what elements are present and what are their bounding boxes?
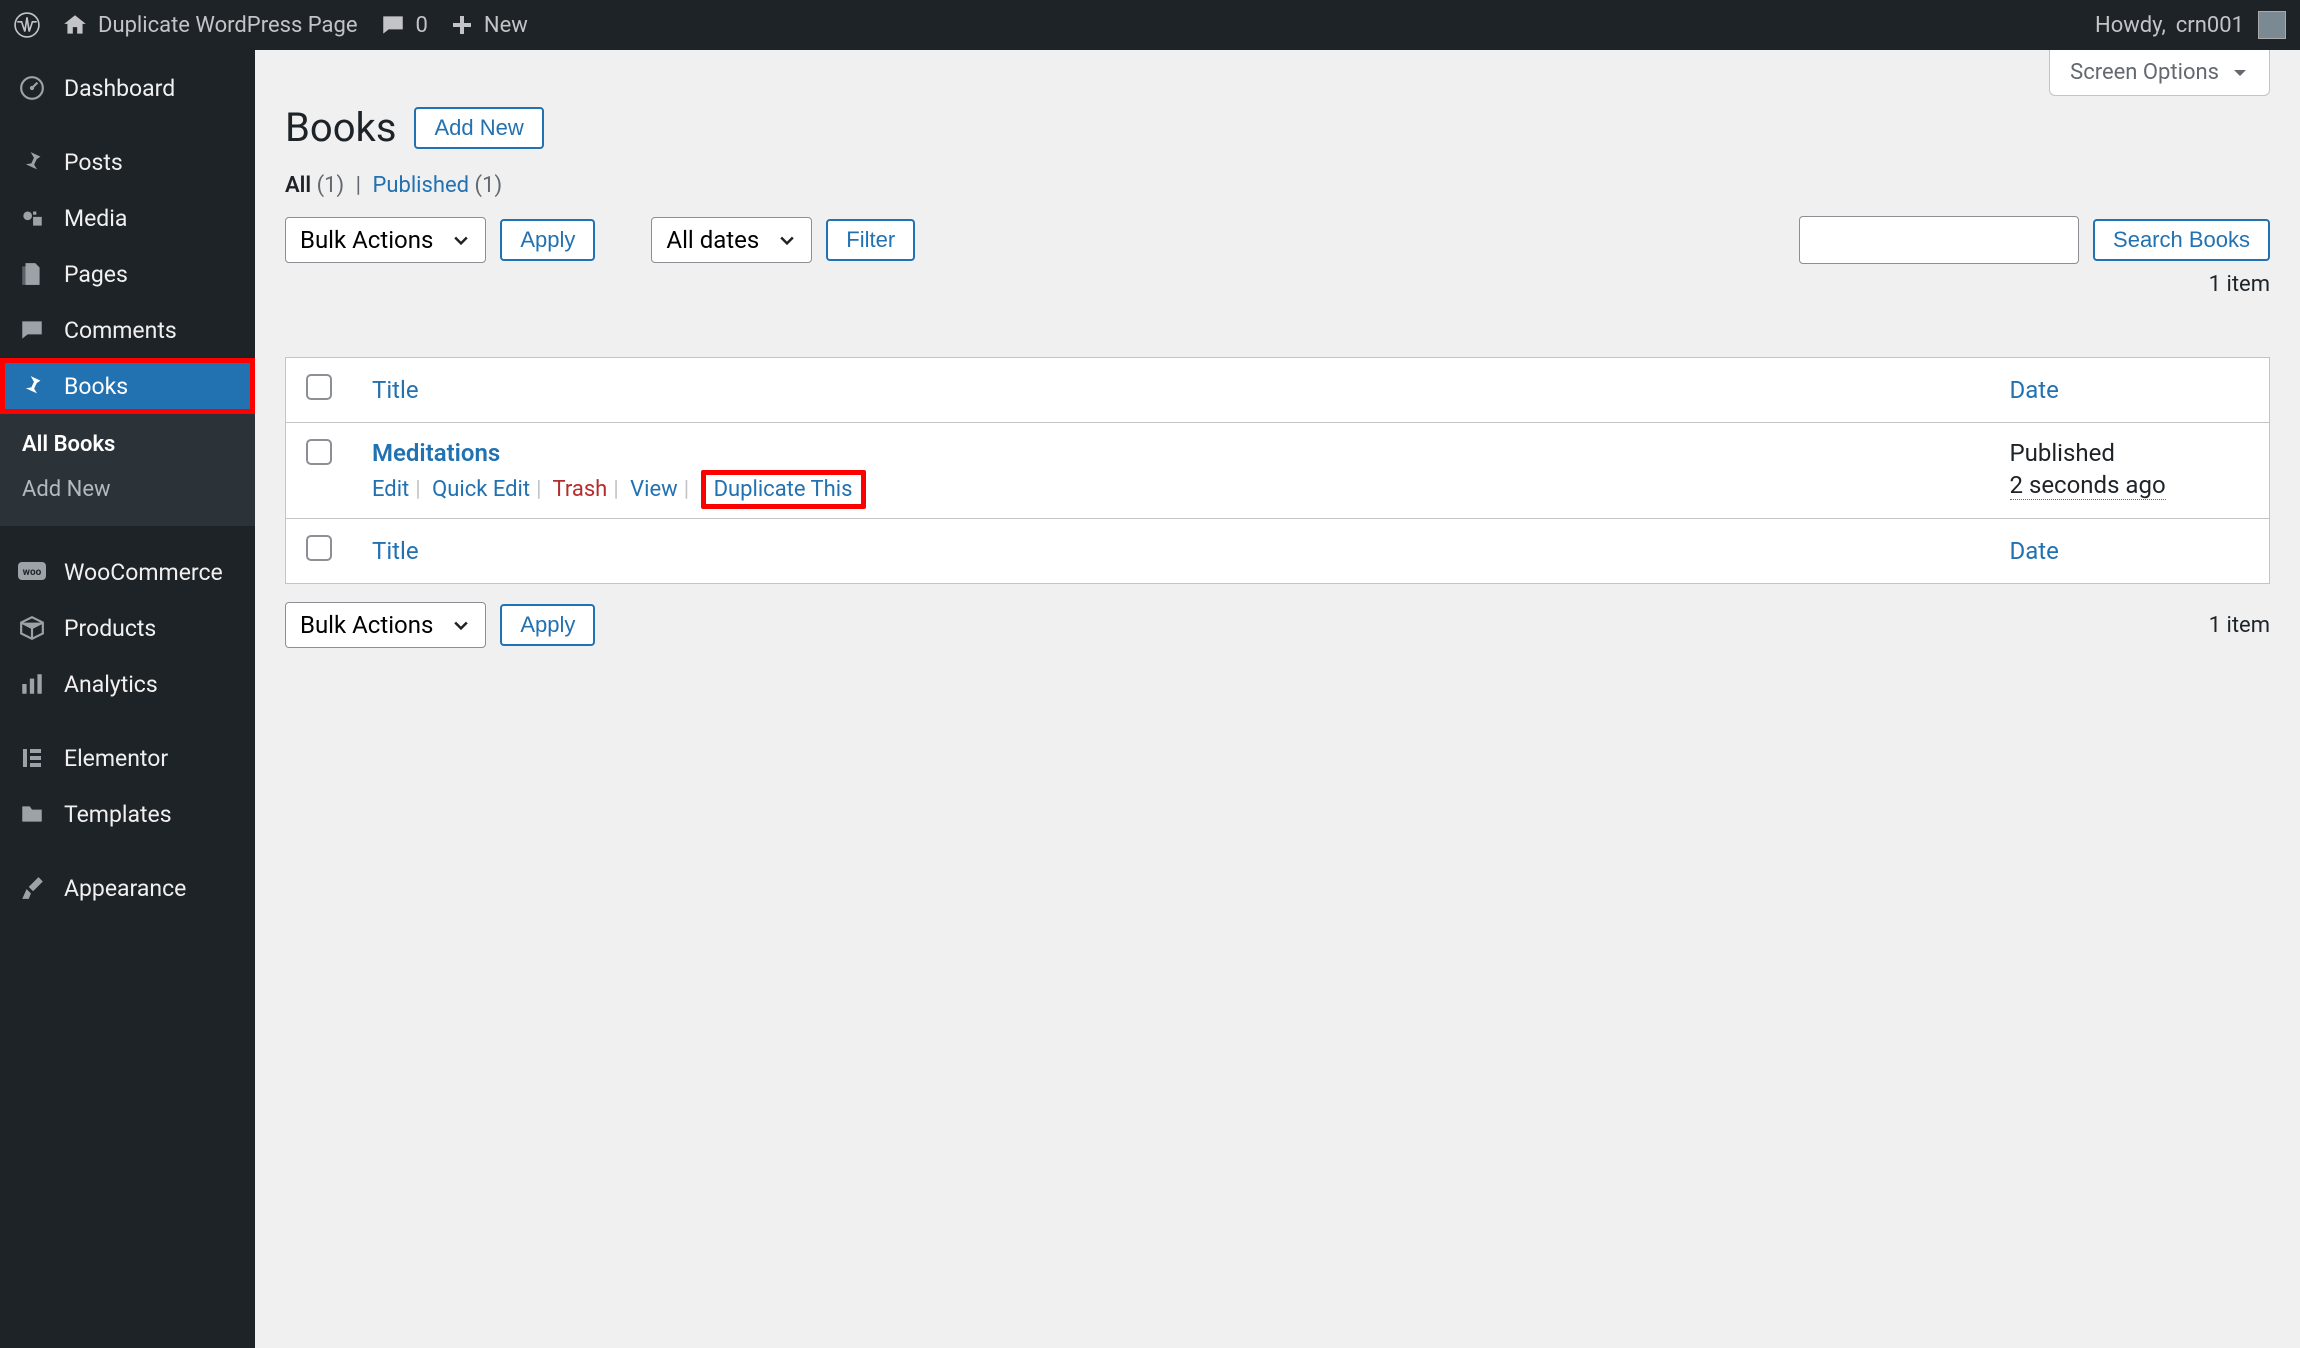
row-checkbox[interactable] <box>306 439 332 465</box>
row-action-quick-edit[interactable]: Quick Edit <box>432 477 530 502</box>
plus-icon <box>450 13 474 37</box>
row-action-trash[interactable]: Trash <box>553 477 608 502</box>
pages-icon <box>18 260 46 288</box>
media-icon <box>18 204 46 232</box>
table-row: Meditations Edit| Quick Edit| Trash| Vie… <box>286 423 2270 519</box>
sidebar-item-templates[interactable]: Templates <box>0 786 255 842</box>
dashboard-icon <box>18 74 46 102</box>
new-link[interactable]: New <box>450 13 528 38</box>
woo-icon: woo <box>18 558 46 586</box>
select-all-bottom[interactable] <box>306 535 332 561</box>
wp-logo[interactable] <box>14 12 40 38</box>
sidebar-item-pages[interactable]: Pages <box>0 246 255 302</box>
comment-icon <box>380 12 406 38</box>
sidebar-subitem-all-books[interactable]: All Books <box>0 422 255 467</box>
screen-options-label: Screen Options <box>2070 60 2219 85</box>
sidebar-item-posts[interactable]: Posts <box>0 134 255 190</box>
main-content: Screen Options Books Add New All (1) | P… <box>255 50 2300 1348</box>
sidebar-item-elementor[interactable]: Elementor <box>0 730 255 786</box>
sidebar-item-label: Pages <box>64 261 128 288</box>
howdy-prefix: Howdy, <box>2095 13 2166 38</box>
sidebar-item-label: Analytics <box>64 671 158 698</box>
sidebar-item-label: Products <box>64 615 156 642</box>
brush-icon <box>18 874 46 902</box>
filter-published[interactable]: Published (1) <box>372 173 502 198</box>
site-link[interactable]: Duplicate WordPress Page <box>62 12 358 38</box>
row-action-view[interactable]: View <box>630 477 678 502</box>
comments-link[interactable]: 0 <box>380 12 428 38</box>
screen-options-toggle[interactable]: Screen Options <box>2049 50 2270 96</box>
bulk-actions-select-bottom[interactable]: Bulk Actions <box>285 602 486 648</box>
sidebar-item-analytics[interactable]: Analytics <box>0 656 255 712</box>
sidebar-item-label: Appearance <box>64 875 186 902</box>
apply-button-bottom[interactable]: Apply <box>500 604 595 646</box>
column-title[interactable]: Title <box>352 358 1990 423</box>
box-icon <box>18 614 46 642</box>
sidebar-item-appearance[interactable]: Appearance <box>0 860 255 916</box>
item-count-bottom: 1 item <box>2209 613 2270 638</box>
sidebar-item-label: Comments <box>64 317 177 344</box>
sidebar-item-label: Posts <box>64 149 123 176</box>
chevron-down-icon <box>451 230 471 250</box>
column-title-foot[interactable]: Title <box>352 519 1990 584</box>
row-action-duplicate[interactable]: Duplicate This <box>714 477 853 502</box>
sidebar-item-products[interactable]: Products <box>0 600 255 656</box>
status-filters: All (1) | Published (1) <box>285 173 2270 198</box>
new-label: New <box>484 13 528 38</box>
avatar[interactable] <box>2258 11 2286 39</box>
site-title: Duplicate WordPress Page <box>98 13 358 38</box>
pin-icon <box>18 372 46 400</box>
admin-sidebar: Dashboard Posts Media Pages Comments Books All… <box>0 50 255 1348</box>
row-date: 2 seconds ago <box>2010 471 2166 500</box>
home-icon <box>62 12 88 38</box>
comment-icon <box>18 316 46 344</box>
row-actions: Edit| Quick Edit| Trash| View| Duplicate… <box>372 477 1970 502</box>
svg-text:woo: woo <box>23 567 42 578</box>
admin-bar: Duplicate WordPress Page 0 New Howdy, cr… <box>0 0 2300 50</box>
search-input[interactable] <box>1799 216 2079 264</box>
select-all-top[interactable] <box>306 374 332 400</box>
sidebar-item-label: Templates <box>64 801 172 828</box>
sidebar-item-label: Elementor <box>64 745 168 772</box>
chevron-down-icon <box>451 615 471 635</box>
column-date[interactable]: Date <box>1990 358 2270 423</box>
sidebar-item-comments[interactable]: Comments <box>0 302 255 358</box>
howdy-link[interactable]: Howdy, crn001 <box>2095 13 2244 38</box>
search-button[interactable]: Search Books <box>2093 219 2270 261</box>
posts-table: Title Date Meditations Edit| Quick Edit|… <box>285 357 2270 584</box>
elementor-icon <box>18 744 46 772</box>
sidebar-item-media[interactable]: Media <box>0 190 255 246</box>
item-count-top: 1 item <box>2209 272 2270 297</box>
filter-button[interactable]: Filter <box>826 219 915 261</box>
chevron-down-icon <box>777 230 797 250</box>
sidebar-item-label: Dashboard <box>64 75 175 102</box>
row-status: Published <box>2010 439 2250 467</box>
folder-icon <box>18 800 46 828</box>
sidebar-submenu-books: All BooksAdd New <box>0 414 255 526</box>
page-title: Books <box>285 104 396 151</box>
sidebar-item-label: Media <box>64 205 127 232</box>
apply-button-top[interactable]: Apply <box>500 219 595 261</box>
date-filter-select[interactable]: All dates <box>651 217 812 263</box>
bulk-actions-select-top[interactable]: Bulk Actions <box>285 217 486 263</box>
column-date-foot[interactable]: Date <box>1990 519 2270 584</box>
sidebar-item-woocommerce[interactable]: woo WooCommerce <box>0 544 255 600</box>
sidebar-item-label: WooCommerce <box>64 559 223 586</box>
row-title-link[interactable]: Meditations <box>372 439 500 467</box>
filter-all[interactable]: All (1) <box>285 173 344 198</box>
row-action-edit[interactable]: Edit <box>372 477 409 502</box>
sidebar-item-dashboard[interactable]: Dashboard <box>0 60 255 116</box>
username: crn001 <box>2176 13 2244 38</box>
sidebar-item-label: Books <box>64 373 128 400</box>
chevron-down-icon <box>2231 64 2249 82</box>
sidebar-item-books[interactable]: Books <box>0 358 255 414</box>
pin-icon <box>18 148 46 176</box>
add-new-button[interactable]: Add New <box>414 107 543 149</box>
bars-icon <box>18 670 46 698</box>
sidebar-subitem-add-new[interactable]: Add New <box>0 467 255 512</box>
comments-count: 0 <box>416 13 428 38</box>
